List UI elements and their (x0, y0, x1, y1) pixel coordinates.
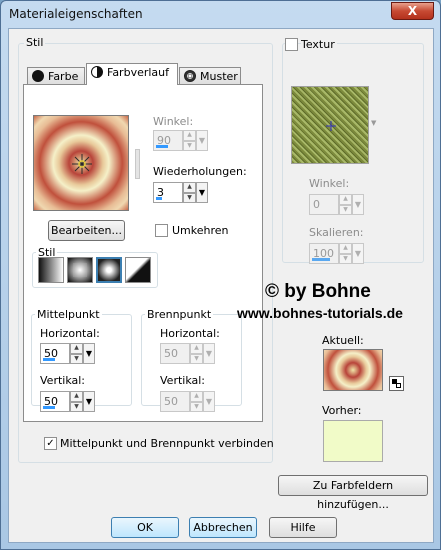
current-material-swatch[interactable] (323, 349, 383, 391)
texture-preview[interactable] (291, 86, 369, 164)
link-points-label: Mittelpunkt und Brennpunkt verbinden (60, 437, 274, 450)
skalieren-dropdown-arrow[interactable]: ▼ (352, 243, 364, 264)
brennpunkt-horizontal-input[interactable]: 50 (160, 343, 190, 364)
winkel-level-bar (156, 145, 168, 148)
window-title: Materialeigenschaften (9, 7, 143, 21)
tab-farbverlauf[interactable]: Farbverlauf (86, 63, 178, 85)
textur-checkbox[interactable] (285, 38, 298, 51)
skalieren-updown[interactable]: ▲ ▼ (339, 243, 352, 264)
mittelpunkt-vertikal-spinner[interactable]: 50 ▲ ▼ ▼ (40, 391, 95, 412)
mittelpunkt-horizontal-spinner[interactable]: 50 ▲ ▼ ▼ (40, 343, 95, 364)
wiederholungen-updown[interactable]: ▲ ▼ (183, 182, 196, 203)
winkel-spinner[interactable]: 90 ▲ ▼ ▼ (153, 130, 208, 151)
mittelpunkt-vertikal-updown[interactable]: ▲ ▼ (70, 391, 83, 412)
umkehren-label: Umkehren (172, 224, 229, 237)
skalieren-label: Skalieren: (309, 226, 364, 239)
mittelpunkt-horizontal-input[interactable]: 50 (40, 343, 70, 364)
brennpunkt-horizontal-updown[interactable]: ▲ ▼ (190, 343, 203, 364)
winkel-updown[interactable]: ▲ ▼ (183, 130, 196, 151)
brennpunkt-vertikal-input[interactable]: 50 (160, 391, 190, 412)
wiederholungen-dropdown-arrow[interactable]: ▼ (196, 182, 208, 203)
sunburst-style-button[interactable] (96, 257, 122, 283)
mittelpunkt-horizontal-dropdown-arrow[interactable]: ▼ (83, 343, 95, 364)
mittelpunkt-horizontal-level-bar (43, 358, 55, 361)
mittelpunkt-label: Mittelpunkt (35, 308, 102, 321)
gradient-icon (91, 66, 103, 78)
mittelpunkt-vertikal-input[interactable]: 50 (40, 391, 70, 412)
hilfe-button[interactable]: Hilfe (269, 517, 337, 538)
linear-style-button[interactable] (38, 257, 64, 283)
wiederholungen-level-bar (156, 197, 162, 200)
rectangular-style-button[interactable] (67, 257, 93, 283)
preview-scroll-handle[interactable] (135, 149, 140, 179)
center-crosshair-icon[interactable] (34, 116, 130, 212)
winkel-input[interactable]: 90 (153, 130, 183, 151)
textur-winkel-label: Winkel: (309, 177, 350, 190)
mittelpunkt-vertikal-level-bar (43, 406, 55, 409)
wiederholungen-input[interactable]: 3 (153, 182, 183, 203)
solid-color-icon (32, 70, 44, 82)
swap-material-icon[interactable] (389, 376, 404, 391)
dialog-client: Stil Farbe Farbverlauf Muster Winkel: 90 (8, 28, 434, 543)
ok-button[interactable]: OK (111, 517, 179, 538)
brennpunkt-horizontal-dropdown-arrow[interactable]: ▼ (203, 343, 215, 364)
title-bar[interactable]: Materialeigenschaften X (1, 1, 440, 29)
textur-label: Textur (301, 38, 337, 51)
textur-winkel-spinner[interactable]: 0 ▲ ▼ ▼ (309, 194, 364, 215)
abbrechen-button[interactable]: Abbrechen (189, 517, 257, 538)
brennpunkt-vertikal-spinner[interactable]: 50 ▲ ▼ ▼ (160, 391, 215, 412)
watermark-copyright: © by Bohne (265, 281, 371, 302)
brennpunkt-horizontal-label: Horizontal: (160, 327, 220, 340)
dialog-window: Materialeigenschaften X Stil Farbe Farbv… (0, 0, 441, 550)
bearbeiten-button[interactable]: Bearbeiten... (48, 220, 125, 241)
skalieren-spinner[interactable]: 100 ▲ ▼ ▼ (309, 243, 364, 264)
pattern-globe-icon (184, 70, 196, 82)
textur-winkel-updown[interactable]: ▲ ▼ (339, 194, 352, 215)
mittelpunkt-horizontal-label: Horizontal: (40, 327, 100, 340)
brennpunkt-vertikal-dropdown-arrow[interactable]: ▼ (203, 391, 215, 412)
winkel-label: Winkel: (153, 115, 194, 128)
wiederholungen-spinner[interactable]: 3 ▲ ▼ ▼ (153, 182, 208, 203)
farbverlauf-panel: Winkel: 90 ▲ ▼ ▼ Wiederholungen: 3 ▲ ▼ ▼ B… (23, 84, 263, 422)
winkel-dropdown-arrow[interactable]: ▼ (196, 130, 208, 151)
mittelpunkt-vertikal-dropdown-arrow[interactable]: ▼ (83, 391, 95, 412)
stil-group-label: Stil (24, 36, 46, 49)
brennpunkt-vertikal-updown[interactable]: ▲ ▼ (190, 391, 203, 412)
link-points-checkbox[interactable]: ✓ (44, 437, 57, 450)
wiederholungen-label: Wiederholungen: (153, 165, 247, 178)
textur-winkel-input[interactable]: 0 (309, 194, 339, 215)
skalieren-level-bar (312, 258, 330, 261)
textur-winkel-dropdown-arrow[interactable]: ▼ (352, 194, 364, 215)
corner-style-button[interactable] (125, 257, 151, 283)
brennpunkt-label: Brennpunkt (145, 308, 214, 321)
brennpunkt-vertikal-label: Vertikal: (160, 374, 206, 387)
add-to-swatches-button[interactable]: Zu Farbfeldern hinzufügen... (278, 475, 428, 511)
mittelpunkt-vertikal-label: Vertikal: (40, 374, 86, 387)
vorher-label: Vorher: (322, 404, 362, 417)
close-button[interactable]: X (391, 2, 434, 20)
previous-material-swatch[interactable] (323, 420, 383, 462)
skalieren-input[interactable]: 100 (309, 243, 339, 264)
brennpunkt-horizontal-spinner[interactable]: 50 ▲ ▼ ▼ (160, 343, 215, 364)
umkehren-checkbox[interactable] (155, 224, 168, 237)
gradient-preview[interactable] (33, 115, 129, 211)
aktuell-label: Aktuell: (322, 334, 364, 347)
mittelpunkt-horizontal-updown[interactable]: ▲ ▼ (70, 343, 83, 364)
texture-dropdown-arrow[interactable]: ▼ (371, 119, 376, 127)
watermark-url: www.bohnes-tutorials.de (237, 305, 403, 321)
